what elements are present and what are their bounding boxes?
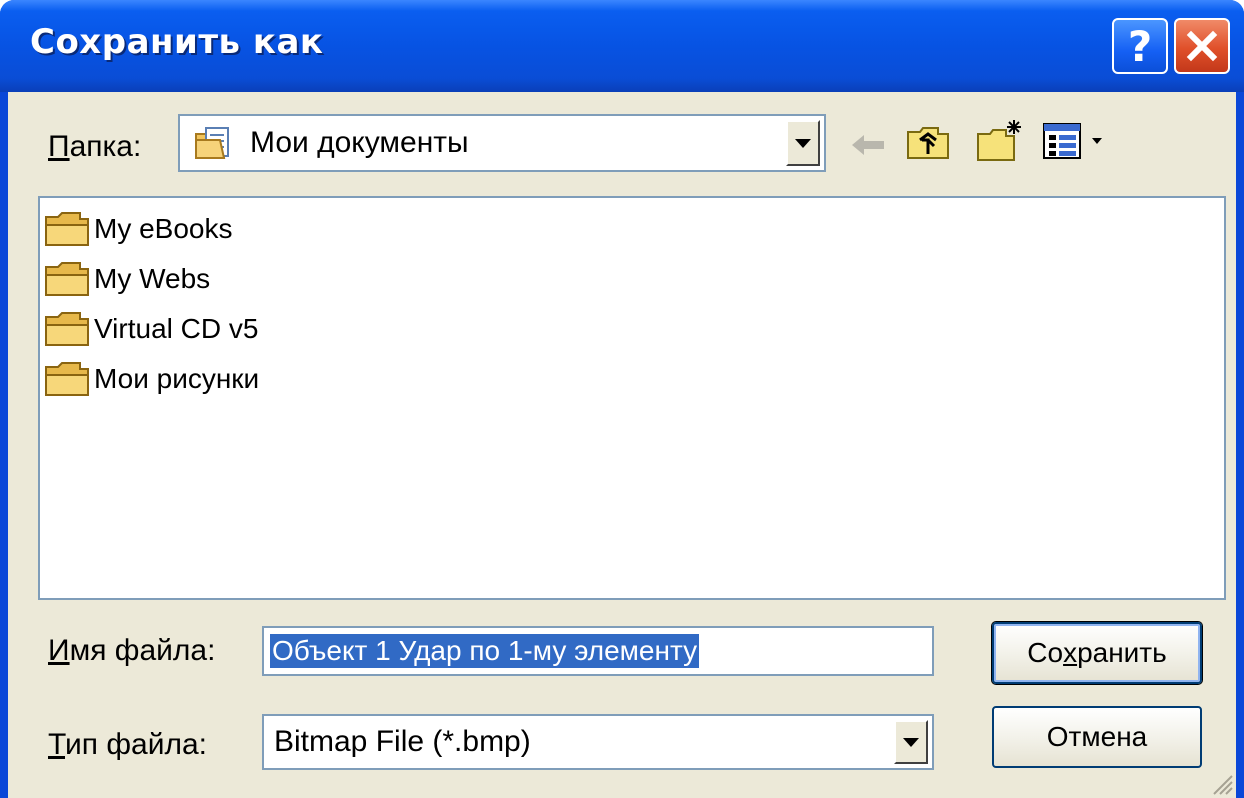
list-item[interactable]: Virtual CD v5 <box>44 306 258 352</box>
filetype-label: Тип файла: <box>48 728 208 761</box>
close-icon <box>1186 30 1218 62</box>
back-arrow-icon[interactable] <box>848 130 888 160</box>
save-button-label-end: ранить <box>1077 637 1167 668</box>
list-item[interactable]: Мои рисунки <box>44 356 259 402</box>
folder-dropdown-button[interactable] <box>786 120 820 166</box>
documents-folder-icon <box>195 127 229 159</box>
dialog-title: Сохранить как <box>30 22 324 62</box>
filename-label: Имя файла: <box>48 634 216 667</box>
list-item-label: My eBooks <box>94 213 233 244</box>
folder-dropdown[interactable]: Мои документы <box>178 114 826 172</box>
list-item[interactable]: My Webs <box>44 256 210 302</box>
filetype-value: Bitmap File (*.bmp) <box>274 725 531 758</box>
chevron-down-icon <box>903 737 919 747</box>
file-list[interactable]: My eBooks My Webs Virtual CD v5 Мои рису… <box>38 196 1226 600</box>
filetype-dropdown[interactable]: Bitmap File (*.bmp) <box>262 714 934 770</box>
folder-icon <box>45 262 89 296</box>
close-button[interactable] <box>1174 18 1230 74</box>
up-folder-icon[interactable] <box>906 124 950 162</box>
list-item-label: Virtual CD v5 <box>94 313 259 344</box>
cancel-button-label: Отмена <box>1046 721 1148 752</box>
folder-icon <box>45 212 89 246</box>
folder-value: Мои документы <box>250 126 469 159</box>
list-item-label: Мои рисунки <box>94 363 260 394</box>
save-button-access-key: х <box>1063 637 1078 668</box>
list-item[interactable]: My eBooks <box>44 206 233 252</box>
folder-label: Папка: <box>48 130 142 163</box>
help-button[interactable]: ? <box>1112 18 1168 74</box>
folder-icon <box>45 312 89 346</box>
save-as-dialog: Сохранить как ? Папка: Мои документы My … <box>0 0 1244 798</box>
title-bar[interactable]: Сохранить как ? <box>0 0 1244 92</box>
resize-grip-icon[interactable] <box>1208 770 1234 796</box>
list-item-label: My Webs <box>94 263 211 294</box>
chevron-down-icon <box>795 138 811 148</box>
folder-icon <box>45 362 89 396</box>
dialog-body: Папка: Мои документы My eBooks My Webs V… <box>8 92 1236 798</box>
save-button[interactable]: Со х ранить <box>992 622 1202 684</box>
save-button-label-start: Со <box>1027 637 1064 668</box>
filename-input[interactable]: Объект 1 Удар по 1-му элементу <box>262 626 934 676</box>
help-icon: ? <box>1127 21 1153 71</box>
new-folder-icon[interactable] <box>976 118 1024 162</box>
cancel-button[interactable]: Отмена <box>992 706 1202 768</box>
filename-value: Объект 1 Удар по 1-му элементу <box>270 634 700 668</box>
view-menu-icon[interactable] <box>1042 122 1114 162</box>
filetype-dropdown-button[interactable] <box>894 720 928 764</box>
